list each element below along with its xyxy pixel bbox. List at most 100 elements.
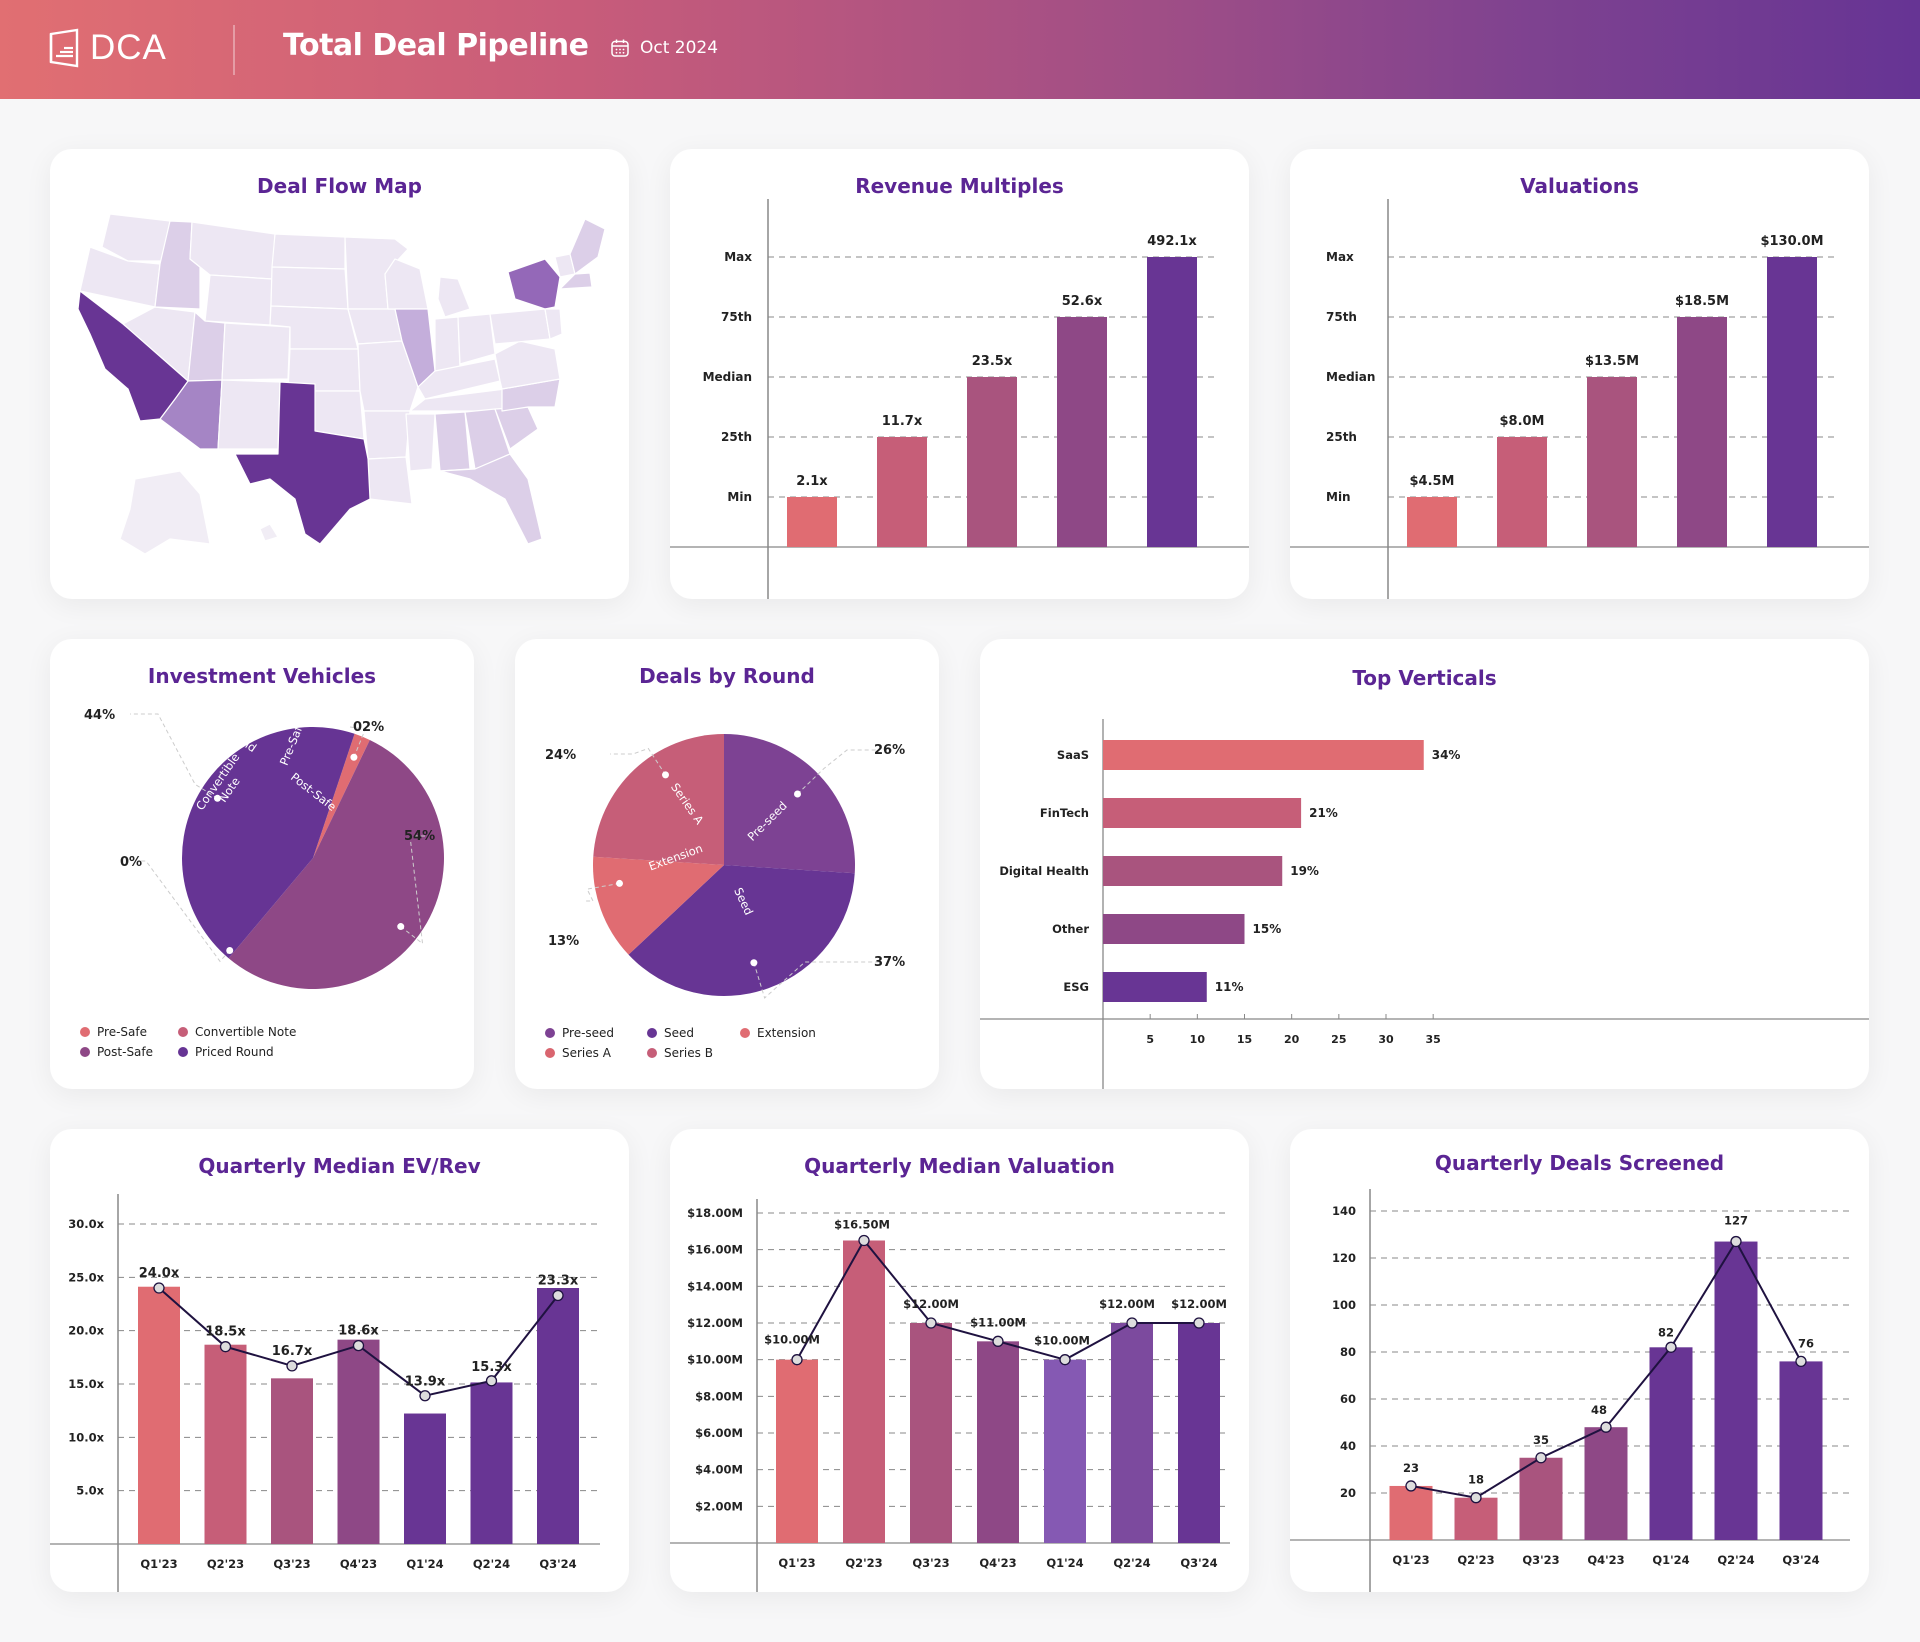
state-north-dakota [271,233,346,270]
bar-25th [1497,437,1547,547]
state-alabama [434,411,471,472]
trend-point [1193,1317,1205,1329]
pie-slice-series-a [593,734,724,865]
deal-flow-map-card: Deal Flow Map [50,149,629,599]
data-label: $12.00M [1099,1297,1155,1311]
state-washington [101,213,171,262]
trend-point [1535,1452,1547,1464]
trend-point [858,1234,870,1247]
data-label: 82 [1658,1325,1674,1339]
trend-point [1470,1492,1482,1504]
y-tick-label: 10.0x [68,1430,104,1444]
x-tick-label: Q3'24 [1180,1556,1217,1570]
data-label: 21% [1309,806,1338,820]
legend-label: Extension [757,1026,816,1040]
legend-item[interactable]: Priced Round [178,1045,274,1059]
state-montana [189,221,276,280]
top-verticals-chart: 5 10 15 20 25 30 35 SaaS 34% FinTech 21% Digital He… [980,719,1869,1089]
chart-legend: Pre-Safe Convertible Note Post-Safe Priced … [80,1025,460,1075]
header-divider [233,25,235,75]
trend-point [153,1282,165,1294]
x-tick-label: Q2'24 [473,1557,510,1571]
state-ohio [457,313,496,365]
bar-other [1103,914,1245,944]
trend-point [1795,1355,1807,1368]
y-tick-label: $14.00M [687,1279,743,1293]
legend-item[interactable]: Series A [545,1046,611,1060]
bar-q2-24 [470,1382,513,1544]
data-label: $18.5M [1675,294,1729,309]
logo[interactable]: DCA [48,28,167,68]
data-label: 76 [1798,1336,1814,1350]
state-arkansas [363,410,411,460]
y-tick-label: 75th [721,310,752,324]
legend-item[interactable]: Extension [740,1026,816,1040]
state-iowa [347,308,403,345]
y-tick-label: 5.0x [76,1484,104,1498]
data-label: 18.6x [338,1324,379,1339]
x-tick-label: Q2'24 [1113,1556,1150,1570]
y-tick-label: Max [724,250,752,264]
y-tick-label: Median [1326,370,1375,384]
bar-q3-24 [1178,1323,1220,1543]
slice-marker [213,794,221,802]
trend-point [485,1375,498,1387]
bar-75th [1677,317,1727,547]
data-label: 18.5x [205,1325,246,1340]
bar-q1-23 [776,1359,818,1543]
legend-label: Series A [562,1046,611,1060]
x-tick-label: Q3'23 [273,1557,310,1571]
trend-point [1126,1317,1138,1329]
state-wisconsin [384,258,429,310]
trend-point [1405,1480,1417,1492]
y-tick-label: 60 [1340,1392,1356,1406]
state-south-dakota [270,266,349,310]
x-tick-label: Q3'24 [539,1557,576,1571]
state-wyoming [204,274,273,326]
percent-label: 13% [548,934,579,949]
valuations-card: Valuations Min 25th Median 75th Max $4.5M $8.0… [1290,149,1869,599]
x-tick-label: Q2'24 [1717,1553,1754,1567]
percent-label: 54% [404,829,435,844]
y-tick-label: 100 [1332,1298,1356,1312]
trend-point [925,1317,937,1329]
legend-item[interactable]: Post-Safe [80,1045,153,1059]
header-bar: DCA Total Deal Pipeline Oct 2024 [0,0,1920,99]
slice-marker [350,753,358,761]
y-tick-label: Min [727,490,752,504]
data-label: 23 [1403,1461,1419,1475]
category-label: ESG [1063,980,1089,994]
date-selector[interactable]: Oct 2024 [610,38,718,58]
y-tick-label: 20 [1340,1486,1356,1500]
legend-item[interactable]: Pre-seed [545,1026,614,1040]
bar-q4-23 [337,1339,380,1544]
data-label: 16.7x [272,1344,313,1359]
percent-label: 24% [545,748,576,763]
y-tick-label: Min [1326,490,1351,504]
date-label: Oct 2024 [640,38,719,58]
y-tick-label: 120 [1332,1251,1356,1265]
legend-item[interactable]: Pre-Safe [80,1025,147,1039]
legend-label: Pre-seed [562,1026,615,1040]
legend-item[interactable]: Series B [647,1046,713,1060]
legend-item[interactable]: Convertible Note [178,1025,296,1039]
state-colorado [221,322,291,381]
percent-label: 37% [874,955,905,970]
data-label: 35 [1533,1433,1549,1447]
quarterly-ev-rev-chart: 5.0x 10.0x 15.0x 20.0x 25.0x 30.0x Q1'23 Q2'23 Q… [50,1194,600,1592]
x-tick-label: Q1'23 [140,1557,177,1571]
y-tick-label: $18.00M [687,1206,743,1220]
state-new-york [507,258,561,310]
data-label: 34% [1432,748,1461,762]
data-label: $16.50M [834,1218,890,1232]
percent-label: 44% [84,708,115,723]
bar-q1-23 [1389,1485,1433,1540]
bar-q2-23 [843,1240,885,1543]
slice-name-label: Priced Round [189,700,259,755]
x-tick-label: 10 [1190,1033,1206,1046]
slice-marker [661,771,669,779]
legend-label: Convertible Note [195,1025,297,1039]
legend-swatch [740,1028,750,1038]
legend-item[interactable]: Seed [647,1026,694,1040]
y-tick-label: $2.00M [695,1499,743,1513]
